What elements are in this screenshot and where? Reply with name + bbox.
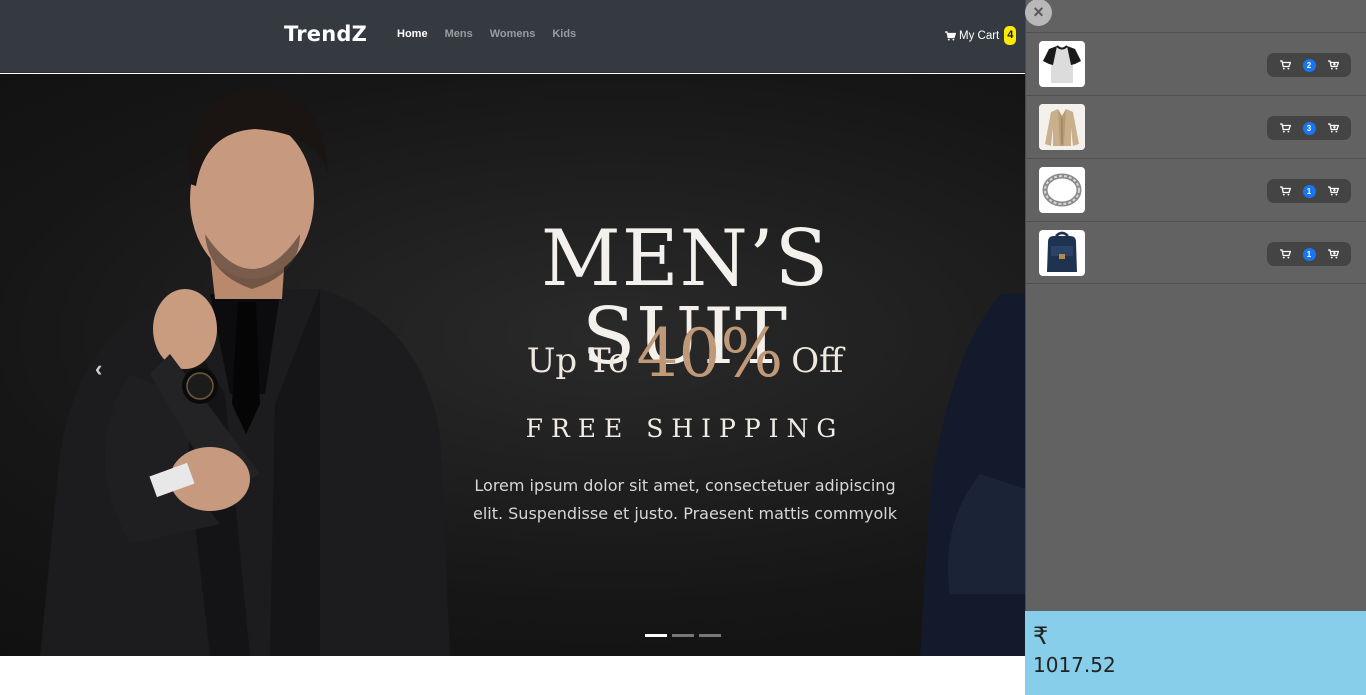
- hero-description-line-2: elit. Suspendisse et justo. Praesent mat…: [472, 504, 898, 523]
- carousel-indicator[interactable]: [672, 634, 694, 637]
- cart-minus-icon: [1279, 249, 1291, 259]
- nav-links: Home Mens Womens Kids: [397, 28, 576, 40]
- cart-item: 2: [1025, 32, 1366, 95]
- quantity-badge: 3: [1302, 121, 1316, 135]
- quantity-badge: 2: [1302, 58, 1316, 72]
- cart-plus-icon: [1327, 249, 1339, 259]
- cart-minus-icon: [1279, 60, 1291, 70]
- nav-link-mens[interactable]: Mens: [445, 28, 473, 40]
- product-thumbnail-backpack[interactable]: [1039, 230, 1085, 276]
- product-thumbnail-jacket[interactable]: [1039, 104, 1085, 150]
- cart-plus-icon: [1327, 186, 1339, 196]
- increase-quantity-button[interactable]: [1327, 122, 1339, 134]
- increase-quantity-button[interactable]: [1327, 248, 1339, 260]
- carousel-indicator[interactable]: [699, 634, 721, 637]
- nav-link-womens[interactable]: Womens: [490, 28, 536, 40]
- hero-model-image: [40, 86, 450, 656]
- my-cart-label: My Cart: [959, 29, 1000, 42]
- decrease-quantity-button[interactable]: [1279, 59, 1291, 71]
- cart-minus-icon: [1279, 186, 1291, 196]
- cart-plus-icon: [1327, 60, 1339, 70]
- decrease-quantity-button[interactable]: [1279, 248, 1291, 260]
- carousel-indicator[interactable]: [645, 634, 667, 637]
- cart-item-list: 2 3 1 1: [1025, 32, 1366, 284]
- beige-jacket-icon: [1039, 104, 1085, 150]
- my-cart-link[interactable]: My Cart 4: [945, 26, 1017, 45]
- silver-bracelet-icon: [1042, 173, 1082, 207]
- product-thumbnail-tshirt[interactable]: [1039, 41, 1085, 87]
- hero-offer-value: 40%: [636, 315, 784, 392]
- hero-description-line-1: Lorem ipsum dolor sit amet, consectetuer…: [474, 476, 896, 495]
- increase-quantity-button[interactable]: [1327, 185, 1339, 197]
- increase-quantity-button[interactable]: [1327, 59, 1339, 71]
- decrease-quantity-button[interactable]: [1279, 185, 1291, 197]
- quantity-badge: 1: [1302, 184, 1316, 198]
- hero-offer-suffix: Off: [791, 341, 844, 381]
- cart-count-badge: 4: [1004, 26, 1017, 45]
- hero-offer: Up To 40% Off: [440, 314, 930, 393]
- cart-total: ₹ 1017.52: [1025, 611, 1366, 695]
- page: TrendZ Home Mens Womens Kids My Cart 4 ‹…: [0, 0, 1366, 695]
- cart-minus-icon: [1279, 123, 1291, 133]
- hero-second-model-image: [920, 294, 1040, 656]
- raglan-tshirt-icon: [1043, 45, 1081, 83]
- quantity-controls: 1: [1267, 179, 1351, 203]
- cart-item: 1: [1025, 221, 1366, 284]
- product-thumbnail-bracelet[interactable]: [1039, 167, 1085, 213]
- nav-link-home[interactable]: Home: [397, 28, 428, 40]
- quantity-badge: 1: [1302, 247, 1316, 261]
- hero-description: Lorem ipsum dolor sit amet, consectetuer…: [440, 472, 930, 528]
- decrease-quantity-button[interactable]: [1279, 122, 1291, 134]
- navy-backpack-icon: [1047, 231, 1077, 272]
- carousel-indicators: [645, 634, 721, 637]
- total-amount: 1017.52: [1033, 653, 1116, 677]
- nav-link-kids[interactable]: Kids: [552, 28, 576, 40]
- cart-item: 3: [1025, 95, 1366, 158]
- cart-item: 1: [1025, 158, 1366, 221]
- quantity-controls: 2: [1267, 53, 1351, 77]
- hero-offer-prefix: Up To: [526, 341, 629, 381]
- quantity-controls: 1: [1267, 242, 1351, 266]
- cart-icon: [945, 30, 956, 40]
- close-sidebar-button[interactable]: ×: [1025, 0, 1052, 26]
- brand-logo[interactable]: TrendZ: [284, 22, 367, 46]
- hero-shipping: FREE SHIPPING: [525, 414, 845, 443]
- carousel-prev-button[interactable]: ‹: [95, 356, 111, 381]
- currency-symbol: ₹: [1033, 622, 1049, 650]
- cart-plus-icon: [1327, 123, 1339, 133]
- quantity-controls: 3: [1267, 116, 1351, 140]
